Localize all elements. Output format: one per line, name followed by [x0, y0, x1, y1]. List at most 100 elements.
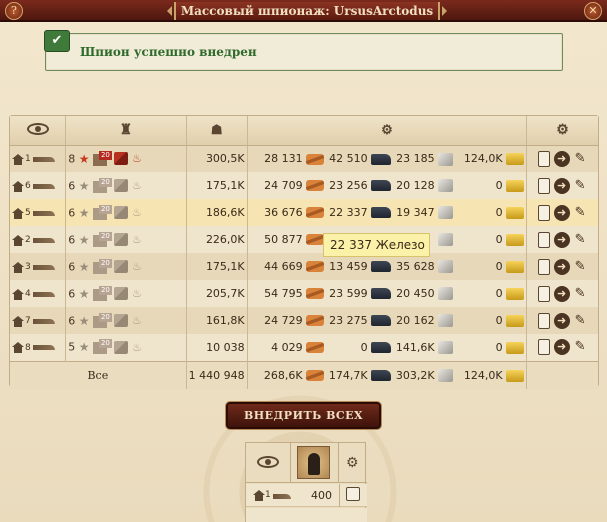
table-row[interactable]: 85 ★ 20 ♨ 10 038 4 029 0 141,6K 0 ➜ ✎ [10, 334, 598, 361]
report-icon[interactable] [538, 258, 551, 275]
edit-icon[interactable]: ✎ [573, 151, 587, 167]
table-row[interactable]: 56 ★ 20 ♨ 186,6K 36 676 22 337 19 347 0 ➜ … [10, 199, 598, 226]
iron-icon[interactable] [371, 342, 392, 353]
spies-cell: 6 ★ 20 ♨ [65, 172, 187, 199]
iron-icon[interactable] [371, 315, 392, 327]
score-cell: 175,1K [186, 172, 248, 199]
village-cell: 6 [10, 172, 67, 199]
edit-icon[interactable]: ✎ [573, 178, 587, 194]
stone-icon [438, 287, 454, 301]
edit-icon[interactable]: ✎ [573, 313, 587, 329]
catapult-icon [114, 314, 129, 327]
infiltrate-icon[interactable]: ➜ [553, 204, 570, 221]
edit-icon[interactable]: ✎ [573, 205, 587, 221]
report-icon[interactable] [538, 339, 551, 356]
star-icon: ★ [78, 232, 90, 247]
report-icon[interactable] [538, 150, 551, 167]
wood-icon [306, 288, 325, 300]
stone-value: 19 347 [396, 205, 435, 219]
edit-icon[interactable]: ✎ [573, 286, 587, 302]
iron-icon[interactable] [371, 288, 392, 300]
iron-icon[interactable] [371, 153, 392, 165]
spy-mini-panel: ⚙ 1 400 [245, 442, 367, 522]
catapult-icon [114, 179, 129, 192]
mini-panel-row-2 [246, 508, 367, 522]
report-icon[interactable] [538, 204, 551, 221]
total-resources: 268,6K 174,7K 303,2K 124,0K [247, 360, 528, 389]
spies-cell: 8 ★ 20 ♨ [65, 145, 187, 172]
edit-icon[interactable]: ✎ [573, 259, 587, 275]
gold-value: 0 [495, 259, 503, 273]
col-score-header: ☗ [186, 116, 248, 146]
report-icon[interactable] [538, 285, 551, 302]
iron-value: 23 275 [329, 313, 368, 327]
table-row[interactable]: 46 ★ 20 ♨ 205,7K 54 795 23 599 20 450 0 ➜ … [10, 280, 598, 307]
table-row[interactable]: 26 ★ 20 ♨ 226,0K 50 877 0 ➜ ✎ [10, 226, 598, 253]
spy-portrait[interactable] [297, 446, 330, 479]
score-cell: 226,0K [186, 226, 248, 253]
stone-value: 23 185 [396, 152, 435, 165]
stone-icon [438, 314, 454, 328]
spies-count: 6 [68, 260, 76, 273]
iron-icon[interactable] [371, 261, 392, 273]
eye-icon [26, 122, 49, 135]
terrain-icon [32, 237, 55, 243]
spies-count: 6 [68, 206, 76, 219]
spies-cell: 6 ★ 20 ♨ [65, 280, 187, 307]
close-button[interactable]: ✕ [584, 2, 602, 20]
report-icon[interactable] [538, 312, 551, 329]
table-row[interactable]: 66 ★ 20 ♨ 175,1K 24 709 23 256 20 128 0 ➜ … [10, 172, 598, 199]
infiltrate-icon[interactable]: ➜ [553, 177, 570, 194]
spies-cell: 5 ★ 20 ♨ [65, 334, 187, 361]
help-button[interactable]: ? [5, 2, 23, 20]
table-row[interactable]: 18 ★ 20 ♨ 300,5K 28 131 42 510 23 185 124,… [10, 145, 598, 172]
wood-value: 50 877 [264, 232, 303, 246]
settings-icon: ⚙ [556, 122, 569, 139]
village-icon [12, 288, 24, 300]
wood-icon [306, 315, 325, 327]
infiltrate-icon[interactable]: ➜ [553, 285, 570, 302]
barracks-badge-icon: 20 [92, 177, 112, 194]
table-row[interactable]: 76 ★ 20 ♨ 161,8K 24 729 23 275 20 162 0 ➜ … [10, 307, 598, 334]
edit-icon[interactable]: ✎ [573, 339, 587, 355]
table-row[interactable]: 36 ★ 20 ♨ 175,1K 44 669 13 459 35 628 0 ➜ … [10, 253, 598, 280]
infiltrate-icon[interactable]: ➜ [553, 339, 570, 356]
resources-cell: 24 729 23 275 20 162 0 [247, 307, 528, 334]
wood-value: 24 709 [264, 178, 303, 192]
infiltrate-icon[interactable]: ➜ [553, 258, 570, 275]
success-notification: ✔ Шпион успешно внедрен [44, 30, 563, 71]
star-icon: ★ [78, 259, 90, 274]
village-cell: 8 [10, 334, 67, 361]
barracks-badge-icon: 20 [92, 231, 112, 248]
iron-icon[interactable] [371, 180, 392, 192]
mini-panel-header: ⚙ [246, 443, 367, 483]
close-icon: ✕ [588, 4, 598, 17]
total-iron: 174,7K [328, 368, 368, 382]
total-label: Все [10, 360, 187, 389]
stone-value: 141,6K [395, 340, 435, 354]
catapult-icon [114, 152, 129, 166]
actions-cell: ➜ ✎ [526, 199, 598, 226]
edit-icon[interactable]: ✎ [573, 232, 587, 248]
eye-icon [257, 456, 279, 468]
gold-icon [506, 206, 525, 219]
resources-cell: 54 795 23 599 20 450 0 [247, 280, 528, 307]
details-icon[interactable] [346, 487, 360, 501]
infiltrate-icon[interactable]: ➜ [553, 312, 570, 329]
infiltrate-icon[interactable]: ➜ [553, 231, 570, 248]
report-icon[interactable] [538, 177, 551, 194]
iron-icon[interactable] [371, 207, 392, 219]
gold-value: 0 [495, 178, 503, 192]
wood-icon [306, 261, 325, 273]
infiltrate-all-button[interactable]: ВНЕДРИТЬ ВСЕХ [226, 402, 381, 429]
village-number: 3 [25, 262, 31, 272]
resources-cell: 36 676 22 337 19 347 0 [247, 199, 528, 226]
fire-icon: ♨ [131, 233, 142, 246]
report-icon[interactable] [538, 231, 551, 248]
score-cell: 186,6K [186, 199, 248, 226]
infiltrate-icon[interactable]: ➜ [553, 150, 570, 167]
village-number: 8 [25, 342, 31, 353]
catapult-icon [114, 340, 129, 354]
gold-value: 0 [495, 313, 503, 327]
fire-icon: ♨ [131, 287, 142, 300]
